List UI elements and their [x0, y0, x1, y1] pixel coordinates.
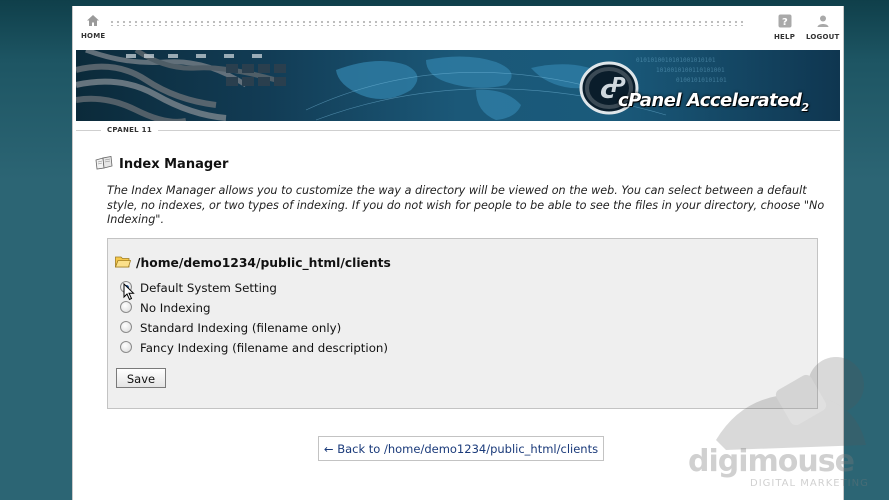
folder-icon [114, 255, 132, 271]
help-button[interactable]: ? HELP [774, 14, 795, 41]
radio-fancy-indexing[interactable] [120, 341, 132, 353]
help-icon: ? [774, 14, 795, 30]
radio-standard-indexing[interactable] [120, 321, 132, 333]
breadcrumb: CPANEL 11 [73, 121, 843, 139]
svg-text:0101010010101001010101: 0101010010101001010101 [636, 57, 716, 64]
watermark-tagline: DIGITAL MARKETING [750, 478, 869, 489]
save-button[interactable]: Save [116, 368, 166, 388]
home-button[interactable]: HOME [81, 14, 105, 40]
logout-label: LOGOUT [806, 33, 840, 41]
directory-path-text: /home/demo1234/public_html/clients [136, 256, 391, 270]
back-link[interactable]: ← Back to /home/demo1234/public_html/cli… [318, 436, 604, 461]
option-standard-indexing[interactable]: Standard Indexing (filename only) [120, 321, 341, 335]
logout-button[interactable]: LOGOUT [806, 14, 840, 41]
option-default-system-setting[interactable]: Default System Setting [120, 281, 277, 295]
option-fancy-indexing[interactable]: Fancy Indexing (filename and description… [120, 341, 388, 355]
book-icon [95, 156, 113, 174]
svg-text:1010010100110101001: 1010010100110101001 [656, 67, 725, 74]
option-label: Default System Setting [140, 281, 277, 295]
watermark-brand: digimouse [688, 444, 855, 479]
svg-text:?: ? [782, 17, 788, 28]
nav-divider [109, 20, 743, 26]
option-label: No Indexing [140, 301, 211, 315]
cpanel-banner: 0101010010101001010101 10100101001101010… [76, 50, 840, 121]
page-title-text: Index Manager [119, 157, 229, 172]
cpanel-logo-text: cPanel Accelerated2 [618, 90, 809, 114]
option-label: Fancy Indexing (filename and description… [140, 341, 389, 355]
breadcrumb-cpanel-link[interactable]: CPANEL 11 [101, 126, 159, 134]
home-icon [81, 14, 105, 29]
logo-accelerated: Accelerated [686, 90, 802, 111]
page-title: Index Manager [95, 156, 228, 174]
directory-path: /home/demo1234/public_html/clients [114, 255, 391, 271]
user-icon [806, 14, 840, 30]
top-navigation: HOME ? HELP LOGOUT [73, 6, 843, 50]
breadcrumb-divider [76, 130, 840, 131]
svg-text:01001010101101: 01001010101101 [676, 77, 727, 84]
logo-main: cPanel [618, 90, 682, 111]
help-label: HELP [774, 33, 796, 41]
home-label: HOME [81, 32, 106, 40]
option-label: Standard Indexing (filename only) [140, 321, 342, 335]
mouse-cursor-icon [123, 282, 135, 305]
page-description: The Index Manager allows you to customiz… [107, 184, 825, 226]
logo-version: 2 [801, 101, 809, 114]
